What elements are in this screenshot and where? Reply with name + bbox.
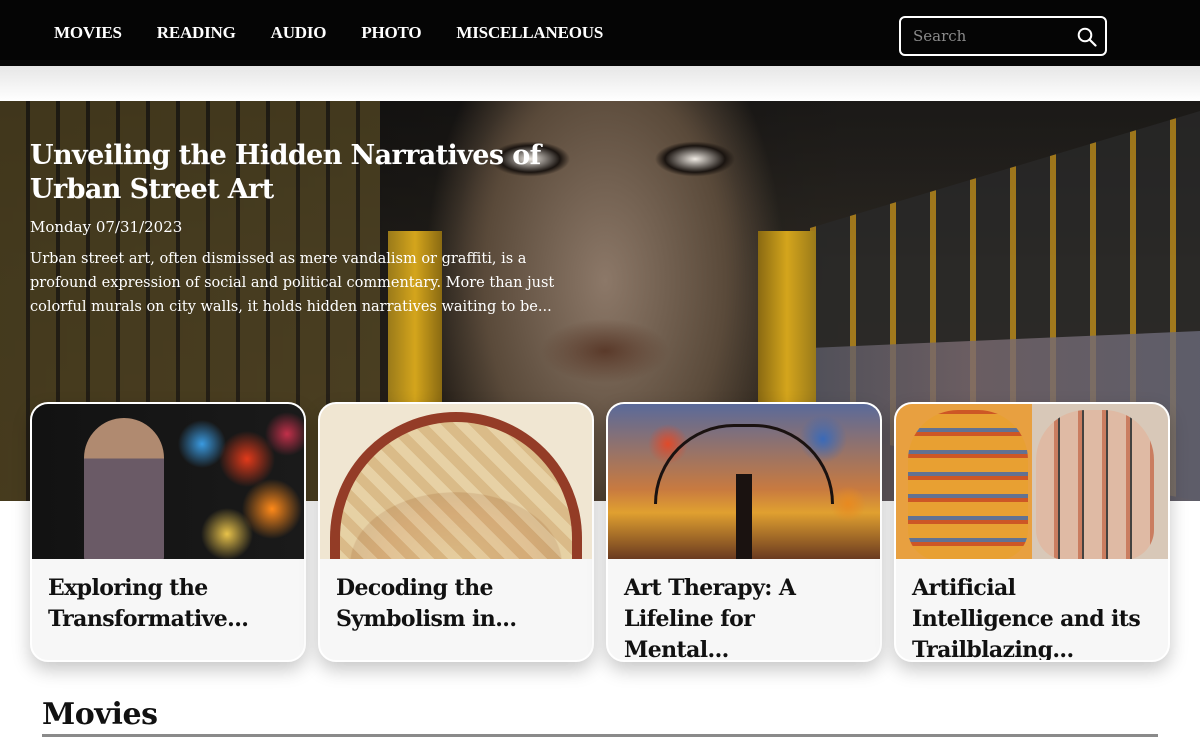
card-image	[896, 404, 1168, 559]
section-heading-movies: Movies	[42, 697, 158, 732]
nav-shadow	[0, 66, 1200, 101]
hero-date: Monday 07/31/2023	[30, 218, 183, 236]
article-card[interactable]: Art Therapy: A Lifeline for Mental...	[606, 402, 882, 662]
card-image	[32, 404, 304, 559]
top-navbar: MOVIES READING AUDIO PHOTO MISCELLANEOUS	[0, 0, 1200, 66]
card-image	[608, 404, 880, 559]
hero-title[interactable]: Unveiling the Hidden Narratives of Urban…	[30, 139, 575, 207]
article-card[interactable]: Decoding the Symbolism in...	[318, 402, 594, 662]
nav-item-movies[interactable]: MOVIES	[54, 23, 122, 43]
nav-links: MOVIES READING AUDIO PHOTO MISCELLANEOUS	[54, 23, 638, 43]
featured-cards: Exploring the Transformative... Decoding…	[30, 402, 1170, 662]
card-title[interactable]: Artificial Intelligence and its Trailbla…	[896, 559, 1168, 660]
card-image-arch	[330, 412, 582, 559]
card-title[interactable]: Art Therapy: A Lifeline for Mental...	[608, 559, 880, 660]
nav-item-miscellaneous[interactable]: MISCELLANEOUS	[456, 23, 603, 43]
nav-item-reading[interactable]: READING	[157, 23, 236, 43]
article-card[interactable]: Exploring the Transformative...	[30, 402, 306, 662]
card-title[interactable]: Exploring the Transformative...	[32, 559, 304, 635]
card-image-person	[84, 418, 164, 559]
nav-item-audio[interactable]: AUDIO	[271, 23, 327, 43]
card-image	[320, 404, 592, 559]
search-input[interactable]	[901, 27, 1066, 45]
card-image-tree-trunk	[736, 474, 752, 559]
card-image-face-right	[1036, 410, 1154, 559]
search-box	[899, 16, 1107, 56]
search-icon[interactable]	[1077, 27, 1097, 47]
card-image-face-left	[908, 410, 1028, 559]
card-title[interactable]: Decoding the Symbolism in...	[320, 559, 592, 635]
nav-item-photo[interactable]: PHOTO	[361, 23, 421, 43]
article-card[interactable]: Artificial Intelligence and its Trailbla…	[894, 402, 1170, 662]
hero-text: Unveiling the Hidden Narratives of Urban…	[30, 139, 575, 319]
section-divider	[42, 734, 1158, 737]
hero-excerpt: Urban street art, often dismissed as mer…	[30, 251, 555, 315]
